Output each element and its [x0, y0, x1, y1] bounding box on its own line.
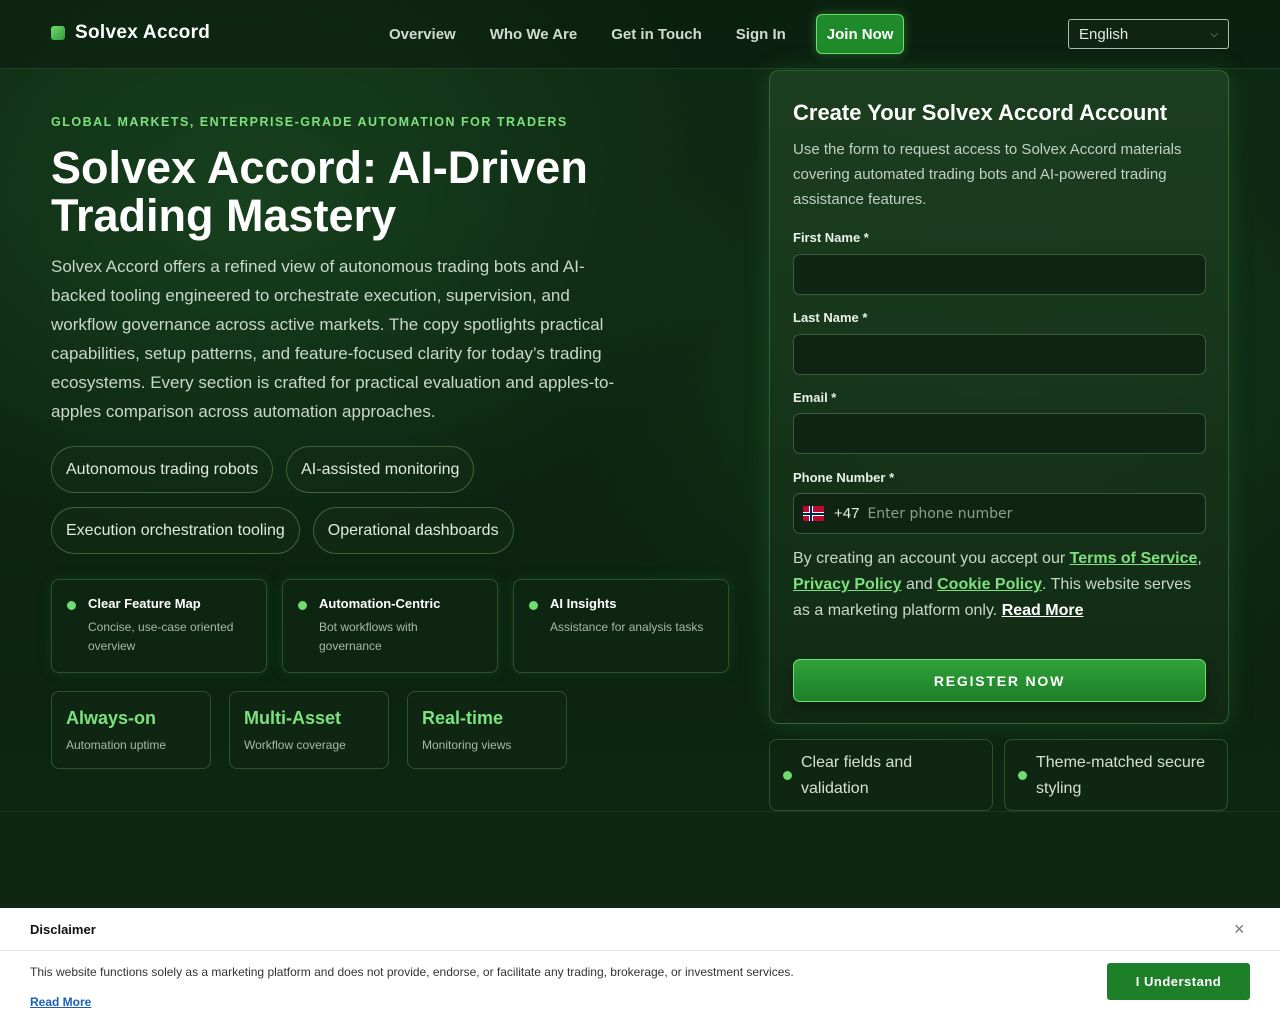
- feature-subtitle: Concise, use-case oriented overview: [88, 620, 234, 653]
- disclaimer-text: This website functions solely as a marke…: [30, 965, 794, 979]
- hero-title: Solvex Accord: AI-Driven Trading Mastery: [51, 142, 588, 241]
- phone-label: Phone Number *: [793, 470, 895, 485]
- stat-card: Real-time Monitoring views: [407, 691, 567, 769]
- bullet-dot-icon: [67, 601, 76, 610]
- last-name-label: Last Name *: [793, 310, 868, 325]
- stat-value: Always-on: [66, 708, 157, 728]
- hero-eyebrow: GLOBAL MARKETS, ENTERPRISE-GRADE AUTOMAT…: [51, 115, 568, 129]
- email-field[interactable]: [793, 413, 1206, 454]
- registration-card: Create Your Solvex Accord Account Use th…: [769, 70, 1229, 724]
- stat-label: Workflow coverage: [244, 738, 346, 752]
- feature-subtitle: Bot workflows with governance: [319, 620, 418, 653]
- disclaimer-title: Disclaimer: [30, 922, 96, 937]
- form-title: Create Your Solvex Accord Account: [793, 100, 1168, 125]
- chevron-down-icon: ⌵: [1210, 28, 1218, 40]
- email-label: Email *: [793, 390, 837, 405]
- nav-get-in-touch[interactable]: Get in Touch: [594, 16, 719, 53]
- stat-card: Multi-Asset Workflow coverage: [229, 691, 389, 769]
- last-name-field[interactable]: [793, 334, 1206, 375]
- form-description: Use the form to request access to Solvex…: [793, 141, 1182, 208]
- chip-item: Execution orchestration tooling: [51, 507, 300, 554]
- feature-title: Automation-Centric: [319, 596, 441, 611]
- disclaimer-header: Disclaimer ×: [0, 908, 1280, 951]
- chip-item: Operational dashboards: [312, 507, 514, 554]
- stat-label: Monitoring views: [422, 738, 512, 752]
- join-now-button[interactable]: Join Now: [815, 14, 905, 54]
- terms-comma: ,: [1197, 550, 1202, 567]
- terms-of-service-link[interactable]: Terms of Service: [1070, 550, 1198, 567]
- logo-icon: [51, 26, 65, 40]
- feature-title: AI Insights: [550, 596, 617, 611]
- privacy-policy-link[interactable]: Privacy Policy: [793, 576, 902, 593]
- chip-item: Autonomous trading robots: [51, 446, 274, 493]
- nav-sign-in[interactable]: Sign In: [719, 16, 803, 53]
- chip-item: AI-assisted monitoring: [286, 446, 475, 493]
- brand-logo[interactable]: Solvex Accord: [51, 22, 210, 44]
- close-icon[interactable]: ×: [1234, 919, 1245, 940]
- language-value: English: [1079, 25, 1129, 43]
- language-select[interactable]: English ⌵: [1068, 19, 1229, 49]
- feature-card: Clear Feature Map Concise, use-case orie…: [51, 579, 267, 673]
- feature-subtitle: Assistance for analysis tasks: [550, 620, 704, 634]
- capability-chips: Autonomous trading robots AI-assisted mo…: [51, 446, 611, 554]
- i-understand-button[interactable]: I Understand: [1107, 963, 1250, 1000]
- lower-section: [0, 811, 1280, 908]
- form-badge: Clear fields and validation: [769, 739, 993, 811]
- disclaimer-read-more-link[interactable]: Read More: [30, 995, 91, 1009]
- norway-flag-icon[interactable]: [803, 506, 824, 521]
- feature-card: Automation-Centric Bot workflows with go…: [282, 579, 498, 673]
- first-name-field[interactable]: [793, 254, 1206, 295]
- stat-value: Multi-Asset: [244, 708, 342, 728]
- first-name-label: First Name *: [793, 230, 869, 245]
- badge-text: Clear fields and validation: [801, 754, 913, 797]
- phone-input[interactable]: [867, 505, 1205, 522]
- bullet-dot-icon: [1018, 771, 1027, 780]
- bullet-dot-icon: [783, 771, 792, 780]
- bullet-dot-icon: [298, 601, 307, 610]
- disclaimer-banner: Disclaimer × This website functions sole…: [0, 908, 1280, 1024]
- main-nav: Overview Who We Are Get in Touch Sign In…: [372, 14, 905, 54]
- nav-who-we-are[interactable]: Who We Are: [473, 16, 595, 53]
- hero-description: Solvex Accord offers a refined view of a…: [51, 257, 615, 421]
- bullet-dot-icon: [529, 601, 538, 610]
- feature-cards: Clear Feature Map Concise, use-case orie…: [51, 579, 729, 673]
- brand-name: Solvex Accord: [75, 22, 211, 43]
- feature-title: Clear Feature Map: [88, 596, 201, 611]
- form-badge: Theme-matched secure styling: [1004, 739, 1228, 811]
- read-more-link[interactable]: Read More: [1002, 602, 1084, 619]
- stat-cards: Always-on Automation uptime Multi-Asset …: [51, 691, 567, 769]
- nav-overview[interactable]: Overview: [372, 16, 473, 53]
- stat-label: Automation uptime: [66, 738, 167, 752]
- register-now-button[interactable]: REGISTER NOW: [793, 659, 1206, 702]
- phone-field-group: +47: [793, 493, 1206, 534]
- dial-code: +47: [834, 505, 860, 522]
- terms-and: and: [905, 576, 933, 593]
- badge-text: Theme-matched secure styling: [1036, 754, 1205, 797]
- stat-card: Always-on Automation uptime: [51, 691, 211, 769]
- cookie-policy-link[interactable]: Cookie Policy: [937, 576, 1042, 593]
- terms-prefix: By creating an account you accept our: [793, 550, 1066, 567]
- feature-card: AI Insights Assistance for analysis task…: [513, 579, 729, 673]
- stat-value: Real-time: [422, 708, 504, 728]
- site-header: Solvex Accord Overview Who We Are Get in…: [0, 0, 1280, 69]
- terms-notice: By creating an account you accept our Te…: [793, 546, 1206, 624]
